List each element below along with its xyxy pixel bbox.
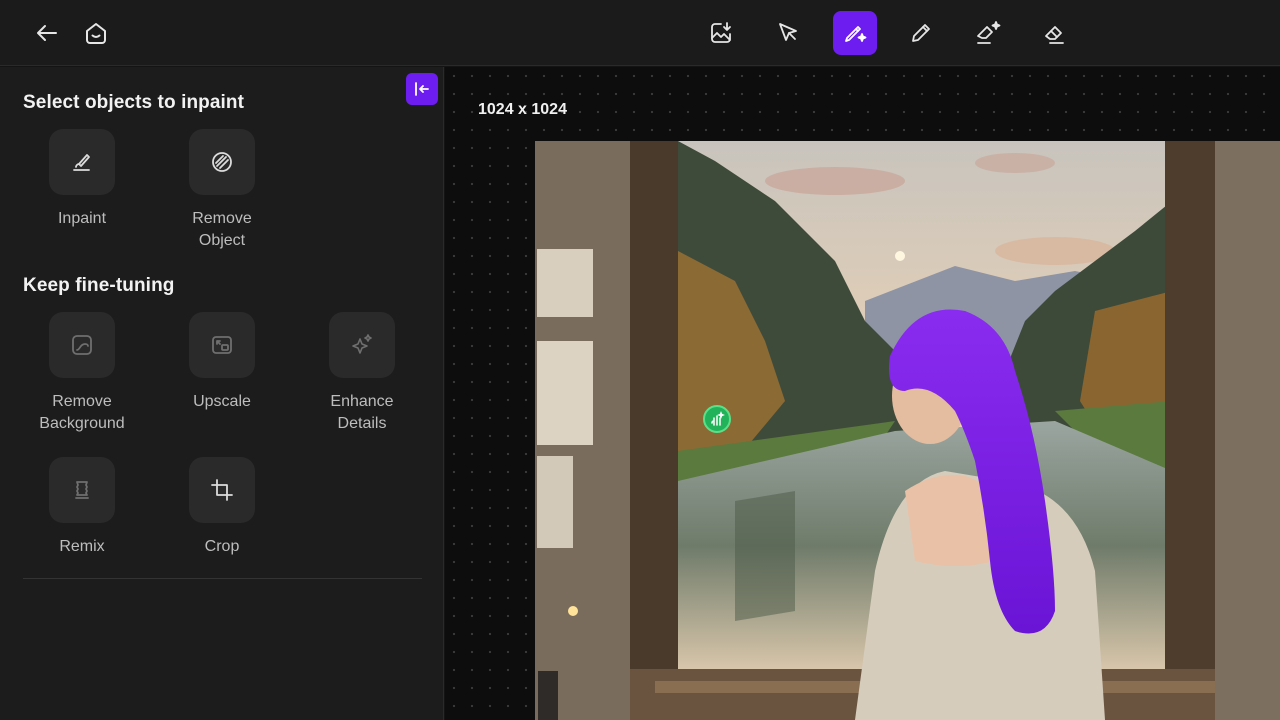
tool-remix[interactable]: Remix xyxy=(22,457,142,558)
arrow-left-icon[interactable] xyxy=(25,11,69,55)
brush-icon xyxy=(49,129,115,195)
tool-upscale[interactable]: Upscale xyxy=(162,312,282,413)
save-image-icon[interactable] xyxy=(699,11,743,55)
upscale-icon xyxy=(189,312,255,378)
remove-object-icon xyxy=(189,129,255,195)
crop-icon xyxy=(189,457,255,523)
tool-remove-object-label: Remove Object xyxy=(192,210,252,249)
select-cursor-icon[interactable] xyxy=(766,11,810,55)
tool-upscale-label: Upscale xyxy=(193,393,251,410)
remix-icon xyxy=(49,457,115,523)
tool-crop-label: Crop xyxy=(204,538,240,555)
sparkle-icon xyxy=(329,312,395,378)
section-title-inpaint: Select objects to inpaint xyxy=(23,92,245,113)
collapse-left-icon[interactable] xyxy=(406,73,438,105)
canvas-area[interactable]: 1024 x 1024 xyxy=(445,67,1280,720)
magic-eraser-icon[interactable] xyxy=(966,11,1010,55)
image-dimensions: 1024 x 1024 xyxy=(478,101,567,118)
tool-remove-object[interactable]: Remove Object xyxy=(162,129,282,252)
tool-crop[interactable]: Crop xyxy=(162,457,282,558)
pencil-icon[interactable] xyxy=(899,11,943,55)
section-title-finetune: Keep fine-tuning xyxy=(23,275,175,296)
eraser-icon[interactable] xyxy=(1033,11,1077,55)
tool-enhance-details-label: Enhance Details xyxy=(330,393,394,432)
home-icon[interactable] xyxy=(74,11,118,55)
canvas-image[interactable] xyxy=(535,141,1280,720)
sidebar-divider xyxy=(23,578,422,579)
tool-enhance-details[interactable]: Enhance Details xyxy=(302,312,422,435)
tool-remove-background-label: Remove Background xyxy=(39,393,125,432)
brush-cursor-icon xyxy=(703,405,731,433)
top-toolbar xyxy=(0,0,1280,66)
remove-background-icon xyxy=(49,312,115,378)
tool-inpaint[interactable]: Inpaint xyxy=(22,129,142,230)
sidebar-panel: Select objects to inpaint Inpaint Remove… xyxy=(0,67,444,720)
tool-remix-label: Remix xyxy=(59,538,105,555)
tool-inpaint-label: Inpaint xyxy=(57,210,107,227)
tool-remove-background[interactable]: Remove Background xyxy=(22,312,142,435)
magic-brush-icon[interactable] xyxy=(833,11,877,55)
